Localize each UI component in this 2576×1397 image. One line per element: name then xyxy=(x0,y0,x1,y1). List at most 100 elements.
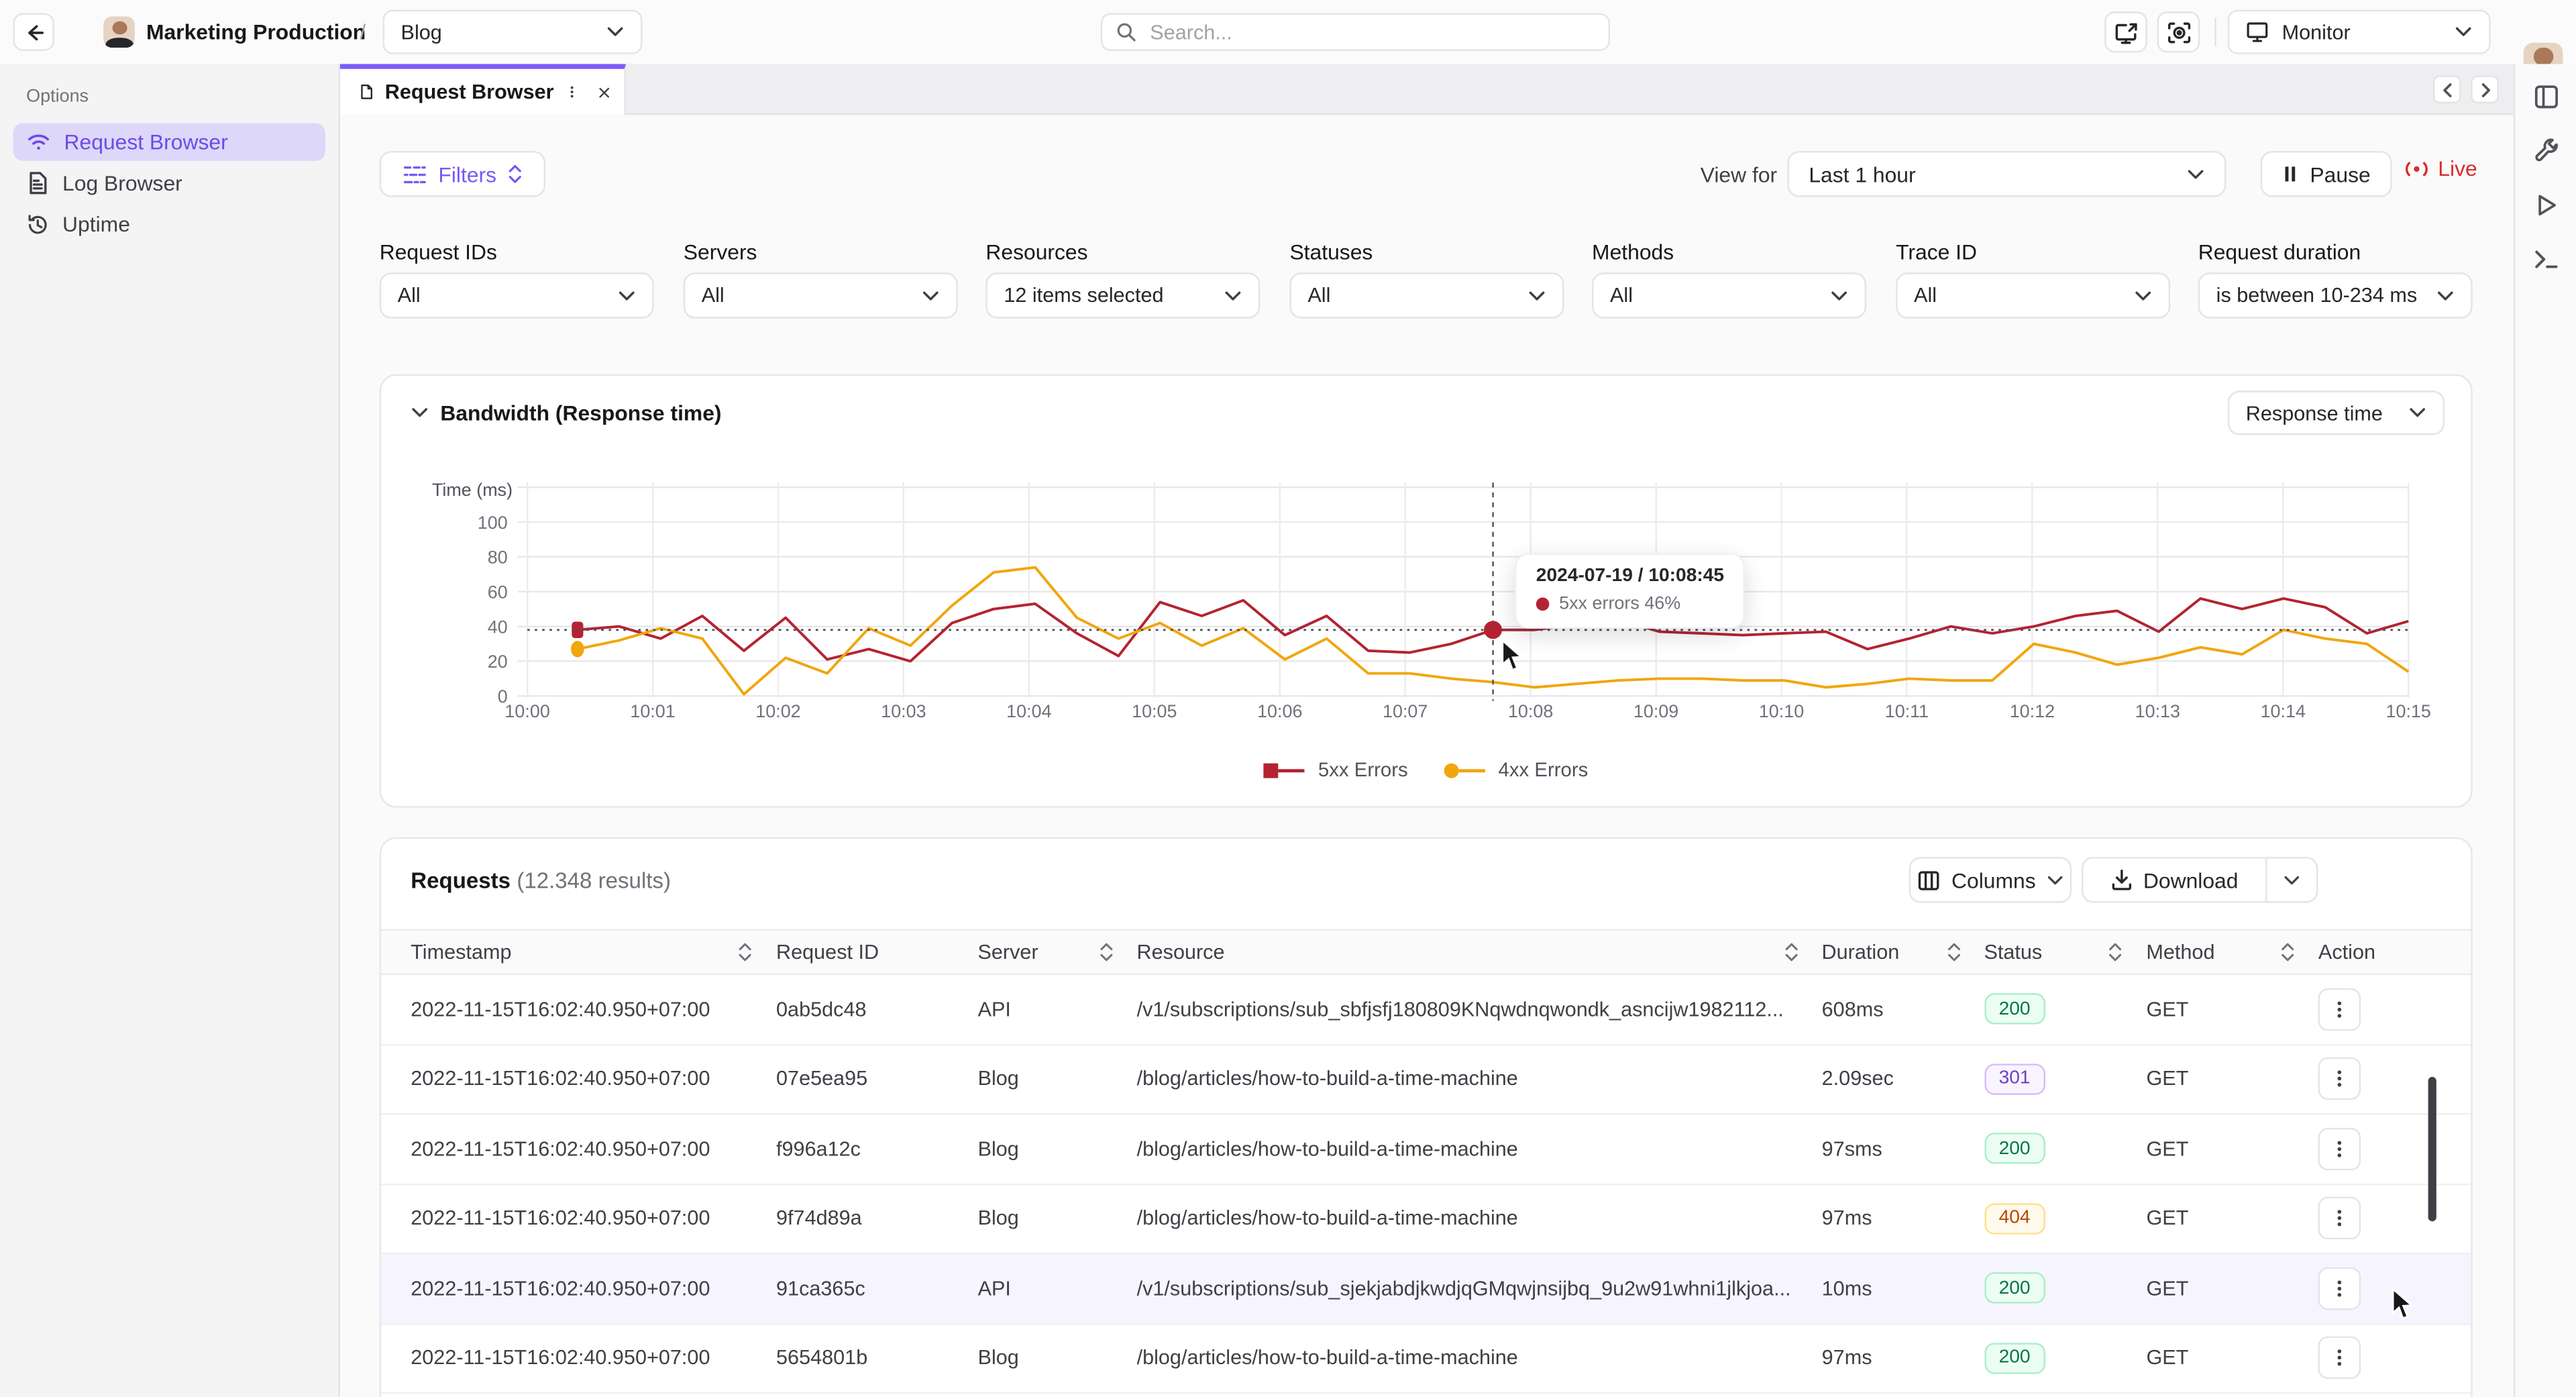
kebab-icon xyxy=(2330,1069,2349,1088)
bandwidth-chart-svg[interactable]: 10:0010:0110:0210:0310:0410:0510:0610:07… xyxy=(381,470,2474,729)
tab-request-browser[interactable]: Request Browser xyxy=(340,64,626,115)
column-header-server[interactable]: Server xyxy=(977,931,1136,974)
y-axis-label: Time (ms) xyxy=(432,480,513,500)
search-box[interactable] xyxy=(1101,13,1610,51)
live-icon xyxy=(2404,158,2430,178)
sort-icon[interactable] xyxy=(739,941,753,964)
filter-select-6[interactable]: is between 10-234 ms xyxy=(2198,272,2473,319)
metric-select[interactable]: Response time xyxy=(2228,391,2445,435)
cell-server: Blog xyxy=(978,1347,1137,1369)
chevron-up-down-icon xyxy=(508,162,523,185)
row-actions-button[interactable] xyxy=(2318,1127,2361,1170)
sidebar: Options Request Browser Log Browser Upti… xyxy=(0,64,340,1397)
table-row[interactable]: 2022-11-15T16:02:40.950+07:00f996a12cBlo… xyxy=(381,1115,2471,1184)
cell-timestamp: 2022-11-15T16:02:40.950+07:00 xyxy=(411,1277,776,1300)
filter-select-value: is between 10-234 ms xyxy=(2216,284,2436,307)
project-select[interactable]: Blog xyxy=(383,10,643,54)
column-header-label: Server xyxy=(977,941,1099,964)
filter-select-0[interactable]: All xyxy=(380,272,654,319)
chart-title-row[interactable]: Bandwidth (Response time) xyxy=(411,401,721,425)
x-tick-label: 10:00 xyxy=(504,701,549,721)
column-header-status[interactable]: Status xyxy=(1984,931,2146,974)
live-indicator: Live xyxy=(2404,156,2477,180)
x-tick-label: 10:14 xyxy=(2261,701,2306,721)
legend-item-5xx-errors[interactable]: 5xx Errors xyxy=(1264,758,1408,781)
mode-select[interactable]: Monitor xyxy=(2228,10,2491,54)
chevron-down-icon xyxy=(2455,26,2473,38)
sidebar-section-label: Options xyxy=(0,64,338,119)
table-row[interactable]: 2022-11-15T16:02:40.950+07:0007e5ea95Blo… xyxy=(381,1045,2471,1115)
legend-label: 5xx Errors xyxy=(1318,758,1408,781)
tab-menu-icon[interactable] xyxy=(566,82,579,101)
sidebar-item-log-browser[interactable]: Log Browser xyxy=(13,164,325,202)
x-tick-label: 10:10 xyxy=(1759,701,1804,721)
cell-duration: 97ms xyxy=(1822,1347,1984,1369)
filter-select-4[interactable]: All xyxy=(1592,272,1866,319)
chart-title: Bandwidth (Response time) xyxy=(440,401,721,425)
column-header-duration[interactable]: Duration xyxy=(1822,931,1984,974)
cell-request_id: 0ab5dc48 xyxy=(776,998,978,1021)
monitor-share-icon xyxy=(2114,21,2139,44)
column-header-action: Action xyxy=(2318,931,2445,974)
table-row[interactable]: 2022-11-15T16:02:40.950+07:0091ca365cAPI… xyxy=(381,1254,2471,1324)
filter-label-6: Request duration xyxy=(2198,240,2361,264)
scan-view-button[interactable] xyxy=(2157,11,2200,52)
filter-select-2[interactable]: 12 items selected xyxy=(985,272,1260,319)
filters-icon xyxy=(402,163,427,185)
pause-icon xyxy=(2282,164,2298,184)
column-header-label: Request ID xyxy=(776,941,955,964)
row-actions-button[interactable] xyxy=(2318,1197,2361,1240)
row-actions-button[interactable] xyxy=(2318,1337,2361,1380)
sort-icon[interactable] xyxy=(1784,941,1799,964)
row-actions-button[interactable] xyxy=(2318,1057,2361,1100)
row-actions-button[interactable] xyxy=(2318,1267,2361,1310)
file-icon xyxy=(360,81,373,103)
open-external-display-button[interactable] xyxy=(2104,11,2147,52)
column-header-resource[interactable]: Resource xyxy=(1137,931,1822,974)
terminal-icon[interactable] xyxy=(2532,246,2559,272)
table-row[interactable]: 2022-11-15T16:02:40.950+07:005654801bBlo… xyxy=(381,1324,2471,1394)
table-row[interactable]: 2022-11-15T16:02:40.950+07:009f74d89aBlo… xyxy=(381,1184,2471,1254)
time-range-select[interactable]: Last 1 hour xyxy=(1787,151,2226,197)
filters-button[interactable]: Filters xyxy=(380,151,545,197)
cell-method: GET xyxy=(2146,998,2318,1021)
pause-button[interactable]: Pause xyxy=(2261,151,2392,197)
cell-duration: 10ms xyxy=(1822,1277,1984,1300)
sort-icon[interactable] xyxy=(1946,941,1961,964)
x-tick-label: 10:13 xyxy=(2135,701,2180,721)
column-header-label: Duration xyxy=(1822,941,1947,964)
sort-icon[interactable] xyxy=(2108,941,2123,964)
chevron-down-icon xyxy=(1224,290,1242,301)
download-button[interactable]: Download xyxy=(2082,857,2265,903)
row-actions-button[interactable] xyxy=(2318,988,2361,1031)
wrench-icon[interactable] xyxy=(2532,138,2559,164)
back-button[interactable] xyxy=(13,13,54,51)
download-options-button[interactable] xyxy=(2265,857,2318,903)
sort-icon[interactable] xyxy=(2281,941,2296,964)
search-input[interactable] xyxy=(1146,19,1595,45)
x-tick-label: 10:08 xyxy=(1508,701,1553,721)
filter-select-1[interactable]: All xyxy=(684,272,958,319)
filter-select-3[interactable]: All xyxy=(1289,272,1564,319)
tab-prev-button[interactable] xyxy=(2433,76,2461,104)
sidebar-item-request-browser[interactable]: Request Browser xyxy=(13,123,325,160)
filter-select-5[interactable]: All xyxy=(1896,272,2170,319)
legend-swatch xyxy=(1444,761,1487,779)
sidebar-item-uptime[interactable]: Uptime xyxy=(13,205,325,243)
legend-item-4xx-errors[interactable]: 4xx Errors xyxy=(1444,758,1589,781)
table-row[interactable]: 2022-11-15T16:02:40.950+07:000ab5dc48API… xyxy=(381,975,2471,1045)
panels-icon[interactable] xyxy=(2532,84,2559,110)
cell-resource: /blog/articles/how-to-build-a-time-machi… xyxy=(1137,1207,1822,1230)
series-start-marker xyxy=(571,641,584,657)
column-header-timestamp[interactable]: Timestamp xyxy=(411,931,776,974)
kebab-icon xyxy=(2330,1278,2349,1298)
tab-next-button[interactable] xyxy=(2471,76,2499,104)
table-scrollbar-thumb[interactable] xyxy=(2428,1077,2436,1221)
tab-close-icon[interactable] xyxy=(598,83,611,101)
column-header-method[interactable]: Method xyxy=(2146,931,2318,974)
chevron-down-icon xyxy=(2436,290,2455,301)
run-icon[interactable] xyxy=(2532,192,2559,218)
sort-icon[interactable] xyxy=(1099,941,1114,964)
columns-button[interactable]: Columns xyxy=(1909,857,2072,903)
monitor-icon xyxy=(2246,21,2269,43)
